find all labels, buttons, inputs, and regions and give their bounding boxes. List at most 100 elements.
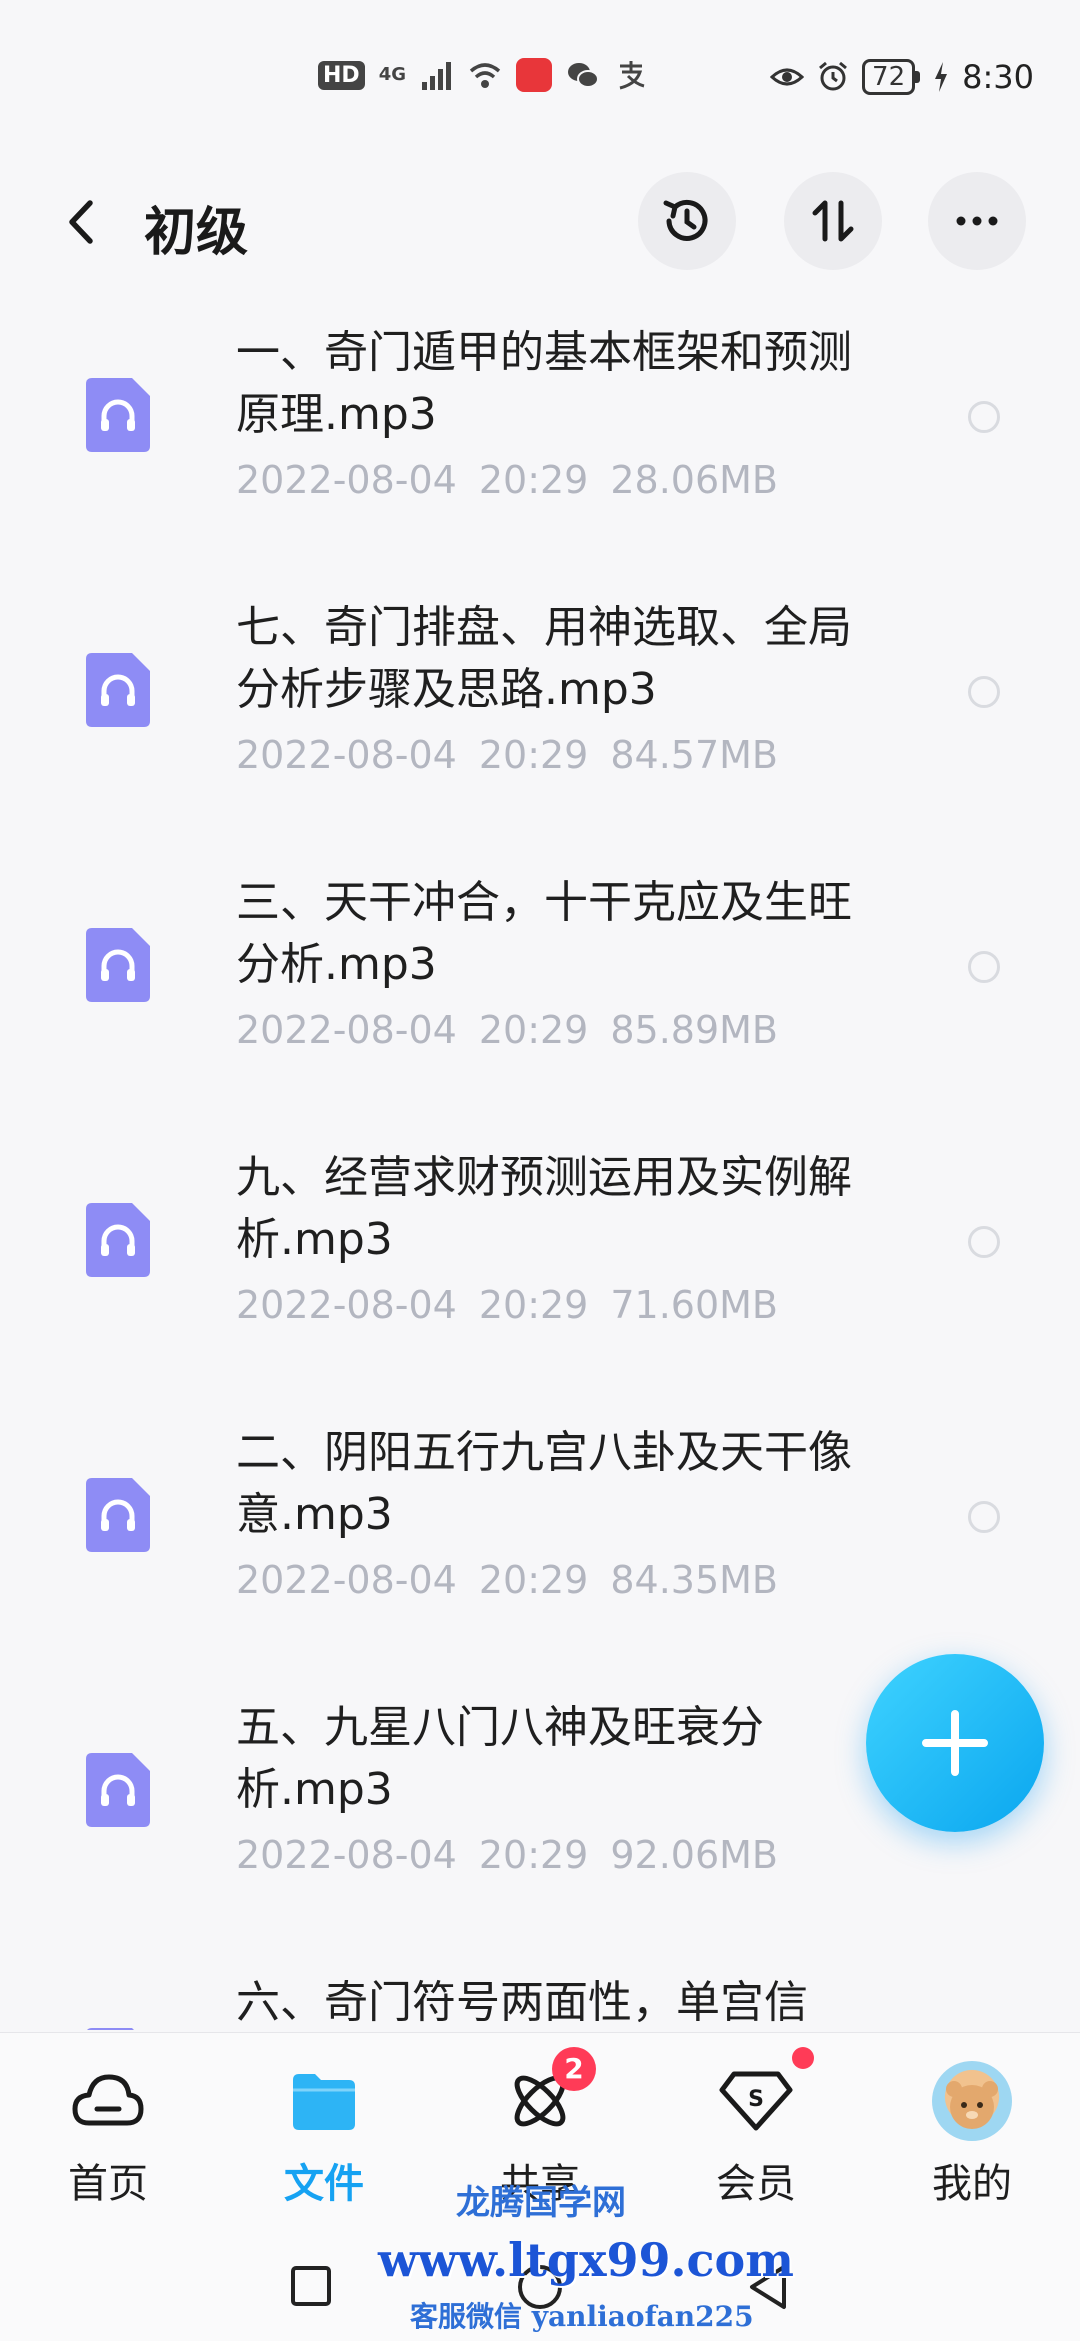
history-icon <box>663 199 708 241</box>
select-checkbox[interactable] <box>968 676 1000 708</box>
file-row[interactable]: 二、阴阳五行九宫八卦及天干像意.mp3 2022-08-04 20:29 84.35… <box>0 1400 1080 1675</box>
hd-badge: HD <box>318 60 365 90</box>
file-name: 六、奇门符号两面性，单宫信 <box>236 1977 808 2028</box>
status-left-icons: HD 4G <box>318 58 648 92</box>
file-name: 二、阴阳五行九宫八卦及天干像意.mp3 <box>236 1427 852 1540</box>
sort-arrows-icon <box>812 200 854 242</box>
file-time: 20:29 <box>478 733 589 777</box>
file-row[interactable]: 一、奇门遁甲的基本框架和预测原理.mp3 2022-08-04 20:29 28.0… <box>0 300 1080 575</box>
page-header: 初级 <box>0 172 1080 272</box>
alipay-icon <box>619 61 645 90</box>
file-time: 20:29 <box>478 1833 589 1877</box>
select-checkbox[interactable] <box>968 401 1000 433</box>
plus-icon <box>922 1710 988 1776</box>
file-time: 20:29 <box>478 1008 589 1052</box>
nav-label: 我的 <box>932 2161 1012 2207</box>
battery-level: 72 <box>862 59 916 95</box>
nav-label: 文件 <box>284 2161 364 2207</box>
svg-text:S: S <box>748 2087 764 2112</box>
battery-tip <box>915 71 921 83</box>
notification-dot <box>792 2047 814 2069</box>
nav-files[interactable]: 文件 <box>244 2061 404 2209</box>
file-size: 92.06MB <box>610 1833 779 1877</box>
file-size: 71.60MB <box>610 1283 779 1327</box>
audio-file-icon <box>86 1753 150 1827</box>
status-bar: HD 4G 72 8:30 <box>0 0 1080 150</box>
file-time: 20:29 <box>478 458 589 502</box>
file-date: 2022-08-04 <box>236 1833 457 1877</box>
more-button[interactable] <box>928 172 1026 270</box>
file-meta: 2022-08-04 20:29 92.06MB <box>236 1833 800 1877</box>
file-size: 84.35MB <box>610 1558 779 1602</box>
avatar-wrapper <box>932 2061 1012 2141</box>
alarm-icon <box>819 61 848 91</box>
page-title: 初级 <box>144 203 249 263</box>
huawei-app-icon <box>516 58 552 92</box>
avatar <box>932 2061 1012 2141</box>
file-time: 20:29 <box>478 1558 589 1602</box>
select-checkbox[interactable] <box>968 1501 1000 1533</box>
battery-indicator: 72 <box>862 59 921 95</box>
nav-vip[interactable]: S 会员 <box>676 2047 836 2209</box>
select-checkbox[interactable] <box>968 951 1000 983</box>
file-date: 2022-08-04 <box>236 458 457 502</box>
file-date: 2022-08-04 <box>236 1283 457 1327</box>
file-meta: 2022-08-04 20:29 28.06MB <box>236 458 800 502</box>
watermark-contact: 客服微信 yanliaofan225 <box>410 2300 754 2333</box>
square-icon <box>291 2266 331 2306</box>
network-type: 4G <box>378 64 406 85</box>
audio-file-icon <box>86 653 150 727</box>
file-time: 20:29 <box>478 1283 589 1327</box>
file-row[interactable]: 六、奇门符号两面性，单宫信 <box>0 1950 1080 2030</box>
audio-file-icon <box>87 2028 134 2030</box>
more-dots-icon <box>956 216 998 226</box>
file-size: 85.89MB <box>610 1008 779 1052</box>
file-date: 2022-08-04 <box>236 733 457 777</box>
status-right-icons: 72 8:30 <box>770 58 1034 96</box>
nav-profile[interactable]: 我的 <box>892 2061 1052 2209</box>
nav-home[interactable]: 首页 <box>28 2061 188 2209</box>
file-name: 一、奇门遁甲的基本框架和预测原理.mp3 <box>236 327 852 440</box>
vip-diamond-icon: S <box>716 2047 814 2141</box>
wechat-icon <box>568 63 599 88</box>
audio-file-icon <box>86 928 150 1002</box>
audio-file-icon <box>86 1478 150 1552</box>
history-button[interactable] <box>638 172 736 270</box>
eye-comfort-icon <box>770 68 805 86</box>
notification-badge: 2 <box>552 2047 596 2091</box>
file-size: 84.57MB <box>610 733 779 777</box>
file-row[interactable]: 九、经营求财预测运用及实例解析.mp3 2022-08-04 20:29 71.60… <box>0 1125 1080 1400</box>
file-row[interactable]: 三、天干冲合，十干克应及生旺分析.mp3 2022-08-04 20:29 85.8… <box>0 850 1080 1125</box>
recent-apps-button[interactable] <box>290 2265 332 2311</box>
folder-icon <box>284 2061 364 2141</box>
file-meta: 2022-08-04 20:29 71.60MB <box>236 1283 800 1327</box>
file-name: 五、九星八门八神及旺衰分析.mp3 <box>236 1702 764 1815</box>
back-button[interactable] <box>56 194 106 250</box>
file-name: 九、经营求财预测运用及实例解析.mp3 <box>236 1152 852 1265</box>
file-size: 28.06MB <box>610 458 779 502</box>
sort-button[interactable] <box>784 172 882 270</box>
signal-icon <box>422 62 451 90</box>
file-name: 七、奇门排盘、用神选取、全局分析步骤及思路.mp3 <box>236 602 852 715</box>
file-row[interactable]: 七、奇门排盘、用神选取、全局分析步骤及思路.mp3 2022-08-04 20:2… <box>0 575 1080 850</box>
audio-file-icon <box>86 378 150 452</box>
bottom-nav: 首页 文件 2 共享 S 会员 我的 龙腾国学网 www.ltgx99.com … <box>0 2032 1080 2341</box>
clock: 8:30 <box>962 58 1034 96</box>
file-meta: 2022-08-04 20:29 85.89MB <box>236 1008 800 1052</box>
audio-file-icon <box>86 1203 150 1277</box>
file-meta: 2022-08-04 20:29 84.57MB <box>236 733 800 777</box>
file-date: 2022-08-04 <box>236 1558 457 1602</box>
watermark-title: 龙腾国学网 <box>456 2183 626 2223</box>
charging-icon <box>935 62 948 92</box>
select-checkbox[interactable] <box>968 1226 1000 1258</box>
chevron-left-icon <box>69 200 93 244</box>
add-button[interactable] <box>866 1654 1044 1832</box>
file-date: 2022-08-04 <box>236 1008 457 1052</box>
nav-label: 会员 <box>716 2161 796 2207</box>
wifi-icon <box>469 63 501 88</box>
cloud-icon <box>68 2061 148 2141</box>
file-name: 三、天干冲合，十干克应及生旺分析.mp3 <box>236 877 852 990</box>
nav-label: 首页 <box>68 2161 148 2207</box>
share-orbit-icon: 2 <box>500 2047 596 2141</box>
watermark-url: www.ltgx99.com <box>378 2233 794 2287</box>
